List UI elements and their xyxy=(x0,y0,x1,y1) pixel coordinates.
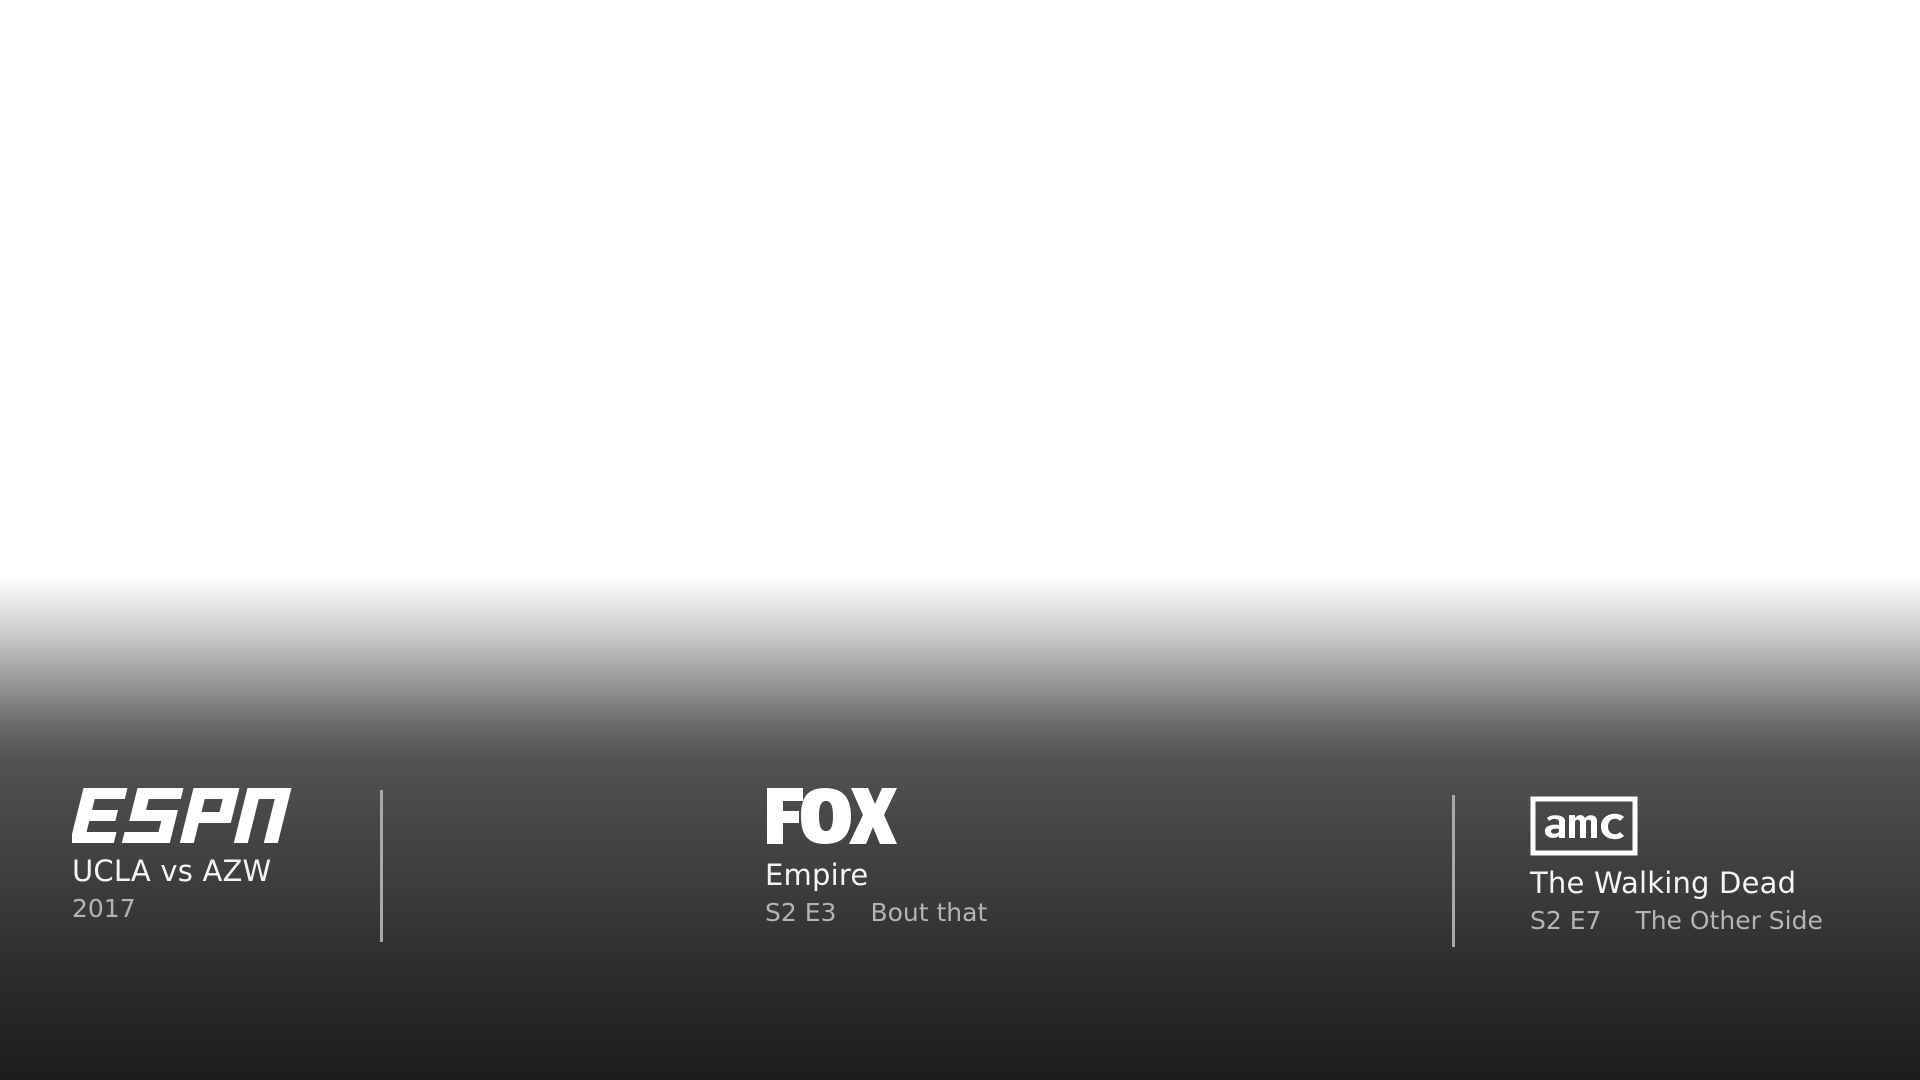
episode-title: Bout that xyxy=(870,898,988,927)
channel-tile-espn[interactable]: UCLA vs AZW 2017 xyxy=(72,786,312,936)
episode-title: The Other Side xyxy=(1635,906,1823,935)
episode-number: S2 E7 xyxy=(1530,906,1602,935)
program-episode-info: S2 E3 Bout that xyxy=(765,898,987,927)
program-episode-info: S2 E7 The Other Side xyxy=(1530,906,1823,935)
channel-divider xyxy=(380,790,383,942)
program-title: Empire xyxy=(765,858,869,892)
program-title: The Walking Dead xyxy=(1530,866,1797,900)
espn-logo xyxy=(72,788,292,843)
amc-logo xyxy=(1530,796,1638,856)
program-year: 2017 xyxy=(72,894,136,923)
channel-divider xyxy=(1452,795,1455,947)
fox-logo xyxy=(767,788,897,844)
channel-tile-fox[interactable]: Empire S2 E3 Bout that xyxy=(765,786,1085,936)
episode-number: S2 E3 xyxy=(765,898,837,927)
program-title: UCLA vs AZW xyxy=(72,854,272,888)
channel-tile-amc[interactable]: The Walking Dead S2 E7 The Other Side xyxy=(1530,796,1870,946)
